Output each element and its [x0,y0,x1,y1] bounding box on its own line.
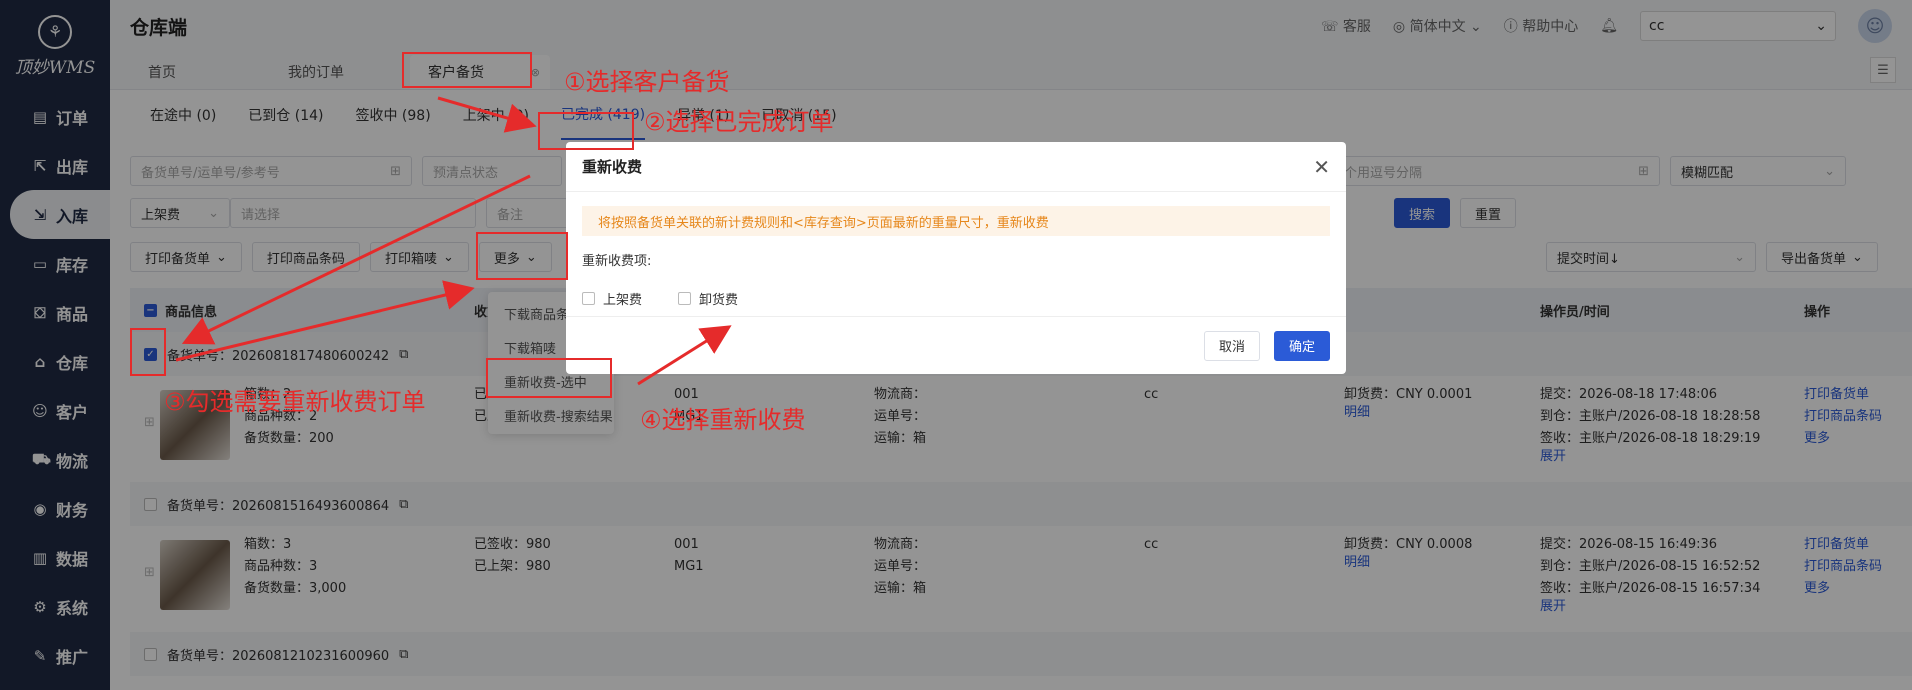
modal-label: 重新收费项: [582,254,652,269]
annotation-box-customer-tab [402,52,532,88]
annotation-step1: ①选择客户备货 [564,68,730,96]
recharge-modal: 重新收费 ✕ 将按照备货单关联的新计费规则和<库存查询>页面最新的重量尺寸，重新… [566,142,1346,374]
modal-header: 重新收费 ✕ [566,142,1346,192]
annotation-step2: ②选择已完成订单 [644,108,834,136]
modal-footer: 取消 确定 [566,316,1346,374]
close-icon[interactable]: ✕ [1313,155,1330,179]
annotation-box-recharge-item [486,358,612,398]
option-shelving-fee[interactable]: 上架费 [582,289,642,308]
modal-options: 上架费 卸货费 [582,289,1330,308]
annotation-box-more-button [476,232,568,280]
annotation-box-checkbox [130,328,166,376]
annotation-step3: ③勾选需要重新收费订单 [164,388,426,416]
annotation-box-completed-tab [538,112,634,150]
option-checkbox[interactable] [678,292,692,305]
modal-title: 重新收费 [582,158,643,176]
confirm-button[interactable]: 确定 [1273,330,1330,361]
option-checkbox[interactable] [582,292,595,305]
cancel-button[interactable]: 取消 [1203,330,1260,361]
option-unloading-fee[interactable]: 卸货费 [678,289,738,308]
annotation-step4: ④选择重新收费 [640,406,806,434]
modal-notice: 将按照备货单关联的新计费规则和<库存查询>页面最新的重量尺寸，重新收费 [582,206,1330,236]
